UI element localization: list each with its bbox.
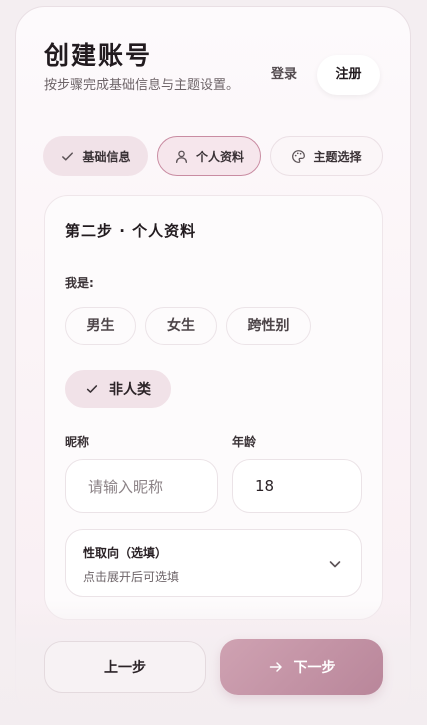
check-icon <box>86 385 98 393</box>
arrow-right-icon <box>269 662 282 672</box>
identity-option-nonhuman[interactable]: 非人类 <box>65 370 171 408</box>
orientation-hint: 点击展开后可选填 <box>83 570 180 584</box>
step-label: 个人资料 <box>195 149 244 164</box>
page-subtitle: 按步骤完成基础信息与主题设置。 <box>44 78 240 93</box>
next-step-button[interactable]: 下一步 <box>220 639 383 695</box>
age-input[interactable]: 18 <box>232 459 362 513</box>
person-icon <box>175 150 188 163</box>
step-basic-info[interactable]: 基础信息 <box>43 136 148 176</box>
page-title: 创建账号 <box>44 41 153 70</box>
previous-step-button[interactable]: 上一步 <box>44 641 206 693</box>
chevron-down-icon <box>329 561 341 568</box>
panel-title: 第二步 · 个人资料 <box>65 222 197 240</box>
identity-option-transgender[interactable]: 跨性别 <box>226 307 311 345</box>
login-tab[interactable]: 登录 <box>255 55 313 95</box>
identity-label: 我是: <box>65 276 94 290</box>
age-label: 年龄 <box>232 435 257 449</box>
orientation-select[interactable]: 性取向（选填） 点击展开后可选填 <box>65 529 362 597</box>
nickname-label: 昵称 <box>65 435 90 449</box>
step-theme[interactable]: 主题选择 <box>270 136 383 176</box>
chip-label: 非人类 <box>109 382 151 398</box>
auth-tabs: 登录 注册 <box>255 55 380 95</box>
previous-step-label: 上一步 <box>104 660 146 676</box>
nickname-input[interactable]: 请输入昵称 <box>65 459 218 513</box>
step-label: 基础信息 <box>82 149 131 164</box>
step-profile[interactable]: 个人资料 <box>157 136 261 176</box>
identity-option-female[interactable]: 女生 <box>145 307 217 345</box>
check-icon <box>62 151 74 161</box>
palette-icon <box>292 149 306 163</box>
next-step-label: 下一步 <box>293 660 336 676</box>
register-tab[interactable]: 注册 <box>317 55 380 95</box>
identity-option-male[interactable]: 男生 <box>65 307 136 345</box>
orientation-title: 性取向（选填） <box>83 546 168 560</box>
step-label: 主题选择 <box>313 149 362 164</box>
